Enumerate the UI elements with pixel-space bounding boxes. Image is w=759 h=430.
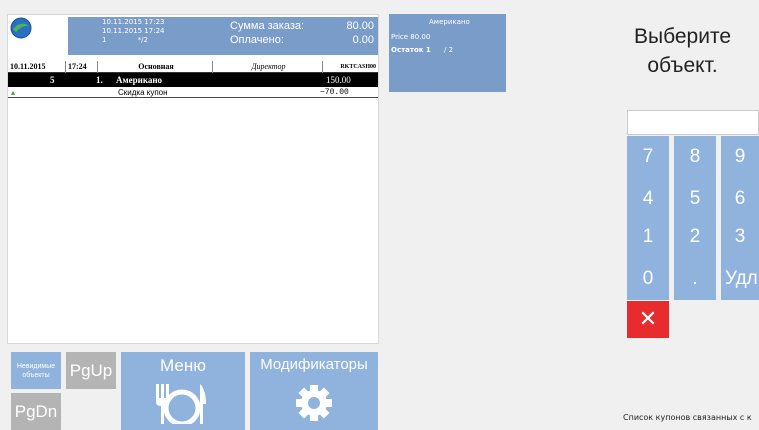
key-2[interactable]: 2 — [674, 216, 716, 258]
code-input[interactable] — [627, 110, 759, 135]
key-dot[interactable]: . — [674, 258, 716, 300]
order-date: 10.11.2015 — [8, 61, 66, 73]
prompt-line-2: объект. — [647, 54, 718, 77]
key-5[interactable]: 5 — [674, 178, 716, 220]
sum-value: 80.00 — [346, 20, 374, 32]
discount-icon: ▴ — [11, 88, 16, 97]
cancel-button[interactable]: ✕ — [627, 301, 669, 338]
pgup-label: PgUp — [69, 360, 113, 380]
hidden-objects-label: Невидимые объекты — [16, 362, 56, 379]
order-table-header: 10.11.2015 17:24 Основная Директор RKTCA… — [8, 61, 378, 73]
discount-amount: −70.00 — [320, 88, 349, 97]
order-item-row[interactable]: 5 1. Американо 150.00 — [8, 73, 378, 87]
gear-icon — [296, 385, 332, 421]
order-time: 17:24 — [66, 61, 98, 73]
tile-item-name: Американо — [429, 18, 470, 26]
sum-label: Сумма заказа: — [230, 20, 305, 32]
pgdn-button[interactable]: PgDn — [11, 393, 61, 430]
hidden-objects-button[interactable]: Невидимые объекты — [11, 352, 61, 389]
tile-item-price: Price 80.00 — [391, 33, 431, 41]
key-6[interactable]: 6 — [721, 178, 759, 220]
item-price: 150.00 — [326, 75, 351, 85]
order-discount-row[interactable]: ▴ Скидка купон −70.00 — [8, 88, 378, 98]
order-panel: 10.11.2015 17:23 10.11.2015 17:24 1 */2 … — [7, 14, 379, 344]
table-guests: 1 */2 — [102, 36, 148, 44]
order-info-box[interactable]: 10.11.2015 17:23 10.11.2015 17:24 1 */2 — [68, 17, 228, 55]
order-waiter: Директор — [213, 61, 323, 73]
prompt-text: Выберите объект. — [610, 22, 755, 80]
order-header: 10.11.2015 17:23 10.11.2015 17:24 1 */2 … — [8, 15, 378, 59]
close-icon: ✕ — [638, 307, 658, 332]
pgup-button[interactable]: PgUp — [66, 352, 116, 389]
coupon-note: Список купонов связанных с к — [623, 413, 752, 422]
menu-label: Меню — [160, 356, 206, 375]
order-sum-box: Сумма заказа: 80.00 Оплачено: 0.00 — [226, 17, 378, 55]
tile-rest-total: / 2 — [444, 46, 454, 54]
modifiers-button[interactable]: Модификаторы — [250, 352, 378, 430]
paid-value: 0.00 — [352, 34, 374, 46]
tile-rest-label: Остаток 1 — [391, 46, 431, 54]
key-9[interactable]: 9 — [721, 136, 759, 178]
discount-name: Скидка купон — [118, 88, 168, 97]
modifiers-label: Модификаторы — [260, 356, 368, 373]
prompt-line-1: Выберите — [633, 25, 732, 48]
logo-icon — [10, 17, 32, 39]
plate-cutlery-icon — [156, 384, 206, 424]
key-3[interactable]: 3 — [721, 216, 759, 258]
item-qty: 5 — [50, 75, 55, 85]
key-8[interactable]: 8 — [674, 136, 716, 178]
item-name: Американо — [116, 75, 163, 85]
menu-button[interactable]: Меню — [121, 352, 245, 430]
key-0[interactable]: 0 — [627, 258, 669, 300]
key-4[interactable]: 4 — [627, 178, 669, 220]
paid-label: Оплачено: — [230, 34, 284, 46]
key-delete[interactable]: Удл — [721, 258, 759, 300]
item-index: 1. — [96, 75, 103, 85]
key-1[interactable]: 1 — [627, 216, 669, 258]
open-time: 10.11.2015 17:23 — [102, 18, 165, 26]
selected-item-tile[interactable]: Американо Price 80.00 Остаток 1 / 2 — [389, 14, 506, 92]
pgdn-label: PgDn — [14, 401, 58, 421]
order-hall: Основная — [98, 61, 213, 73]
current-time: 10.11.2015 17:24 — [102, 27, 165, 35]
order-terminal: RKTCASH00 — [340, 64, 376, 70]
key-7[interactable]: 7 — [627, 136, 669, 178]
